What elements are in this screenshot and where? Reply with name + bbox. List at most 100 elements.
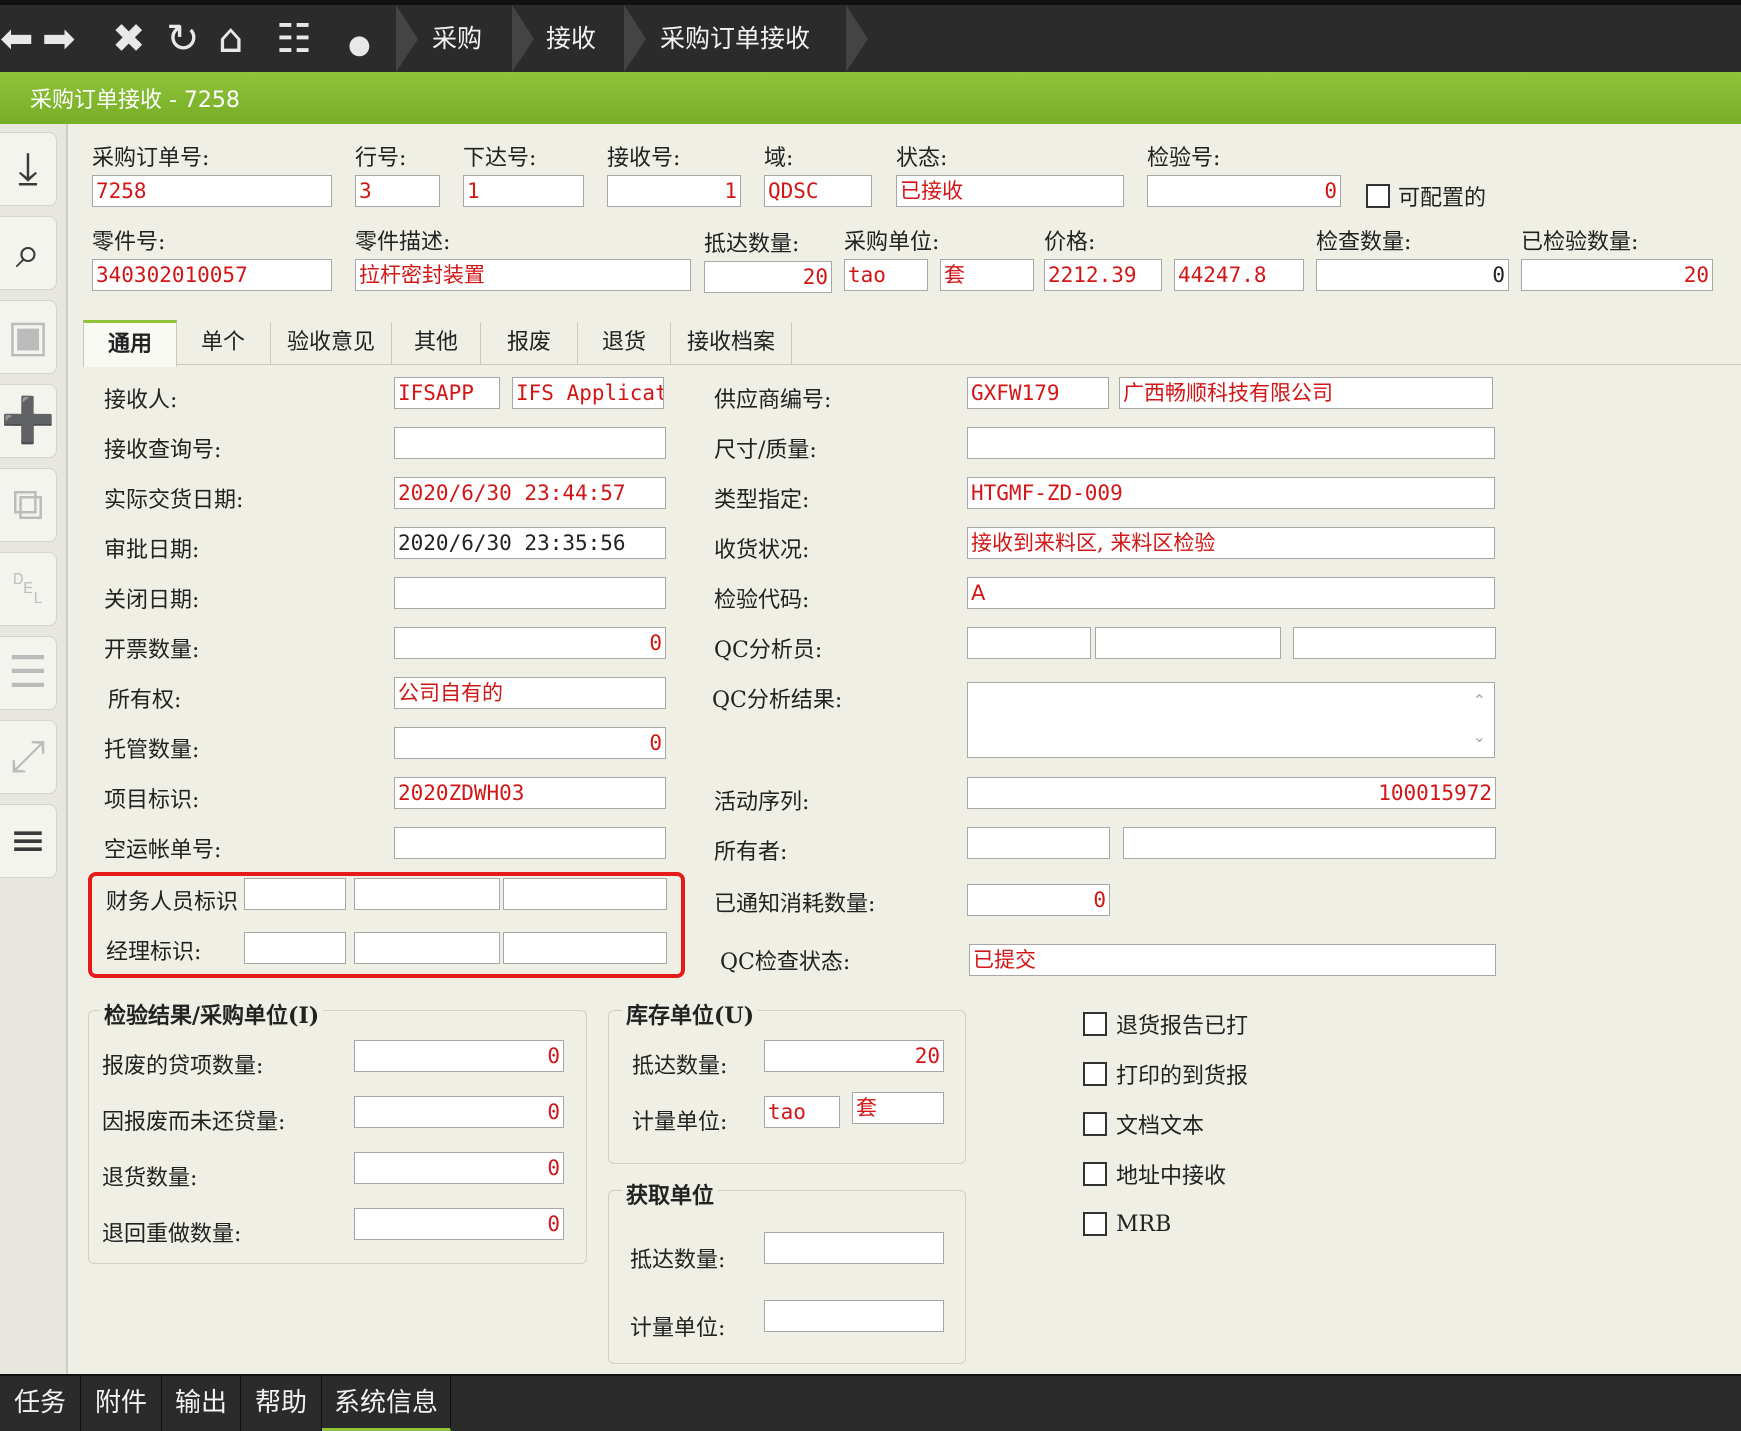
owner-field-1[interactable] xyxy=(967,827,1110,859)
return-report-printed-checkbox[interactable] xyxy=(1083,1012,1107,1036)
qc-analyst-field-2[interactable] xyxy=(1095,627,1281,659)
purch-unit-label: 采购单位: xyxy=(844,230,940,255)
approval-date-field[interactable]: 2020/6/30 23:35:56 xyxy=(394,527,666,559)
qc-check-status-field[interactable]: 已提交 xyxy=(969,944,1496,976)
inventory-uom-field[interactable]: tao xyxy=(764,1096,840,1128)
site-field[interactable]: QDSC xyxy=(764,175,872,207)
approval-date-label: 审批日期: xyxy=(104,538,200,563)
configurable-checkbox[interactable] xyxy=(1366,184,1390,208)
scrapped-credit-qty-field[interactable]: 0 xyxy=(354,1040,564,1072)
duplicate-icon[interactable]: ⧉ xyxy=(0,468,57,542)
document-list-icon[interactable]: ≡ xyxy=(0,804,57,878)
bottom-tab-system-info[interactable]: 系统信息 xyxy=(322,1376,451,1431)
tab-other[interactable]: 其他 xyxy=(392,322,481,364)
status-field[interactable]: 已接收 xyxy=(896,175,1124,207)
dot-icon[interactable]: ● xyxy=(348,25,371,65)
ownership-field[interactable]: 公司自有的 xyxy=(394,677,666,709)
breadcrumb-item-purchase[interactable]: 采购 xyxy=(432,5,482,72)
supplier-name-field[interactable]: 广西畅顺科技有限公司 xyxy=(1119,377,1493,409)
grid-menu-icon[interactable]: ☷ xyxy=(276,19,312,59)
receipt-no-field[interactable]: 1 xyxy=(607,175,741,207)
tab-general[interactable]: 通用 xyxy=(83,320,177,367)
mrb-label: MRB xyxy=(1116,1212,1172,1237)
receipt-condition-field[interactable]: 接收到来料区, 来料区检验 xyxy=(967,527,1495,559)
scroll-down-icon[interactable]: ⌄ xyxy=(1473,727,1486,746)
scrap-not-returned-qty-label: 因报废而未还贷量: xyxy=(102,1110,286,1135)
receiver-id-field[interactable]: IFSAPP xyxy=(394,377,500,409)
receiver-name-field[interactable]: IFS Applicat xyxy=(512,377,664,409)
purch-unit-field[interactable]: tao xyxy=(844,259,928,291)
acquire-arrived-qty-field[interactable] xyxy=(764,1232,944,1264)
type-designation-field[interactable]: HTGMF-ZD-009 xyxy=(967,477,1495,509)
price-field[interactable]: 2212.39 xyxy=(1044,259,1162,291)
inspection-no-label: 检验号: xyxy=(1147,146,1221,171)
return-rework-qty-field[interactable]: 0 xyxy=(354,1208,564,1240)
scrap-not-returned-qty-field[interactable]: 0 xyxy=(354,1096,564,1128)
purch-unit-desc-field[interactable]: 套 xyxy=(940,259,1034,291)
supplier-no-field[interactable]: GXFW179 xyxy=(967,377,1109,409)
return-qty-field[interactable]: 0 xyxy=(354,1152,564,1184)
mrb-checkbox[interactable] xyxy=(1083,1212,1107,1236)
checked-qty-field[interactable]: 0 xyxy=(1316,259,1509,291)
arrived-qty-field[interactable]: 20 xyxy=(704,261,832,293)
tab-receipt-archive[interactable]: 接收档案 xyxy=(671,322,792,364)
owner-field-2[interactable] xyxy=(1123,827,1496,859)
forward-arrow-icon[interactable]: ➡ xyxy=(42,19,76,59)
part-no-field[interactable]: 340302010057 xyxy=(92,259,332,291)
bottom-tab-tasks[interactable]: 任务 xyxy=(0,1376,81,1431)
release-no-field[interactable]: 1 xyxy=(463,175,584,207)
scroll-up-icon[interactable]: ⌃ xyxy=(1473,691,1486,710)
qc-analyst-field-1[interactable] xyxy=(967,627,1091,659)
inventory-unit-group xyxy=(608,1010,966,1164)
qc-result-textarea[interactable]: ⌃ ⌄ xyxy=(967,682,1495,758)
project-id-field[interactable]: 2020ZDWH03 xyxy=(394,777,666,809)
download-icon[interactable]: ⤓ xyxy=(0,132,57,206)
close-x-icon[interactable]: ✖ xyxy=(112,19,146,59)
receipt-no-label: 接收号: xyxy=(607,146,681,171)
notified-consumed-qty-field[interactable]: 0 xyxy=(967,884,1110,916)
line-no-field[interactable]: 3 xyxy=(355,175,440,207)
amount-field[interactable]: 44247.8 xyxy=(1174,259,1304,291)
po-no-field[interactable]: 7258 xyxy=(92,175,332,207)
list-icon[interactable]: ☰ xyxy=(0,636,57,710)
close-date-field[interactable] xyxy=(394,577,666,609)
airway-bill-field[interactable] xyxy=(394,827,666,859)
expand-icon[interactable]: ⤢ xyxy=(0,720,57,794)
consign-qty-field[interactable]: 0 xyxy=(394,727,666,759)
bottom-tab-help[interactable]: 帮助 xyxy=(241,1376,322,1431)
tab-acceptance[interactable]: 验收意见 xyxy=(271,322,392,364)
activity-seq-field[interactable]: 100015972 xyxy=(967,777,1496,809)
tab-single[interactable]: 单个 xyxy=(176,322,271,364)
receipt-ref-field[interactable] xyxy=(394,427,666,459)
invoiced-qty-field[interactable]: 0 xyxy=(394,627,666,659)
qc-analyst-field-3[interactable] xyxy=(1293,627,1496,659)
arrival-report-printed-checkbox[interactable] xyxy=(1083,1062,1107,1086)
airway-bill-label: 空运帐单号: xyxy=(104,838,222,863)
add-icon[interactable]: ➕ xyxy=(0,384,57,458)
receive-at-address-checkbox[interactable] xyxy=(1083,1162,1107,1186)
search-icon[interactable]: ⌕ xyxy=(0,216,57,290)
actual-delivery-date-field[interactable]: 2020/6/30 23:44:57 xyxy=(394,477,666,509)
bottom-tab-attachments[interactable]: 附件 xyxy=(81,1376,162,1431)
inventory-arrived-qty-field[interactable]: 20 xyxy=(764,1040,944,1072)
size-quality-field[interactable] xyxy=(967,427,1495,459)
tab-scrap[interactable]: 报废 xyxy=(481,322,578,364)
home-icon[interactable]: ⌂ xyxy=(218,19,243,59)
inspection-code-field[interactable]: A xyxy=(967,577,1495,609)
document-text-label: 文档文本 xyxy=(1116,1114,1205,1139)
breadcrumb-item-po-receipt[interactable]: 采购订单接收 xyxy=(660,5,810,72)
part-desc-field[interactable]: 拉杆密封装置 xyxy=(355,259,691,291)
window-title-bar: 采购订单接收 - 7258 xyxy=(0,72,1741,124)
delete-icon[interactable]: ␡ xyxy=(0,552,57,626)
inventory-uom-desc-field[interactable]: 套 xyxy=(852,1092,944,1124)
document-text-checkbox[interactable] xyxy=(1083,1112,1107,1136)
inspected-qty-field[interactable]: 20 xyxy=(1521,259,1713,291)
back-arrow-icon[interactable]: ⬅ xyxy=(0,19,34,59)
bottom-tab-output[interactable]: 输出 xyxy=(162,1376,241,1431)
inspection-no-field[interactable]: 0 xyxy=(1147,175,1341,207)
breadcrumb-item-receipt[interactable]: 接收 xyxy=(546,5,596,72)
refresh-icon[interactable]: ↻ xyxy=(166,19,200,59)
tab-return[interactable]: 退货 xyxy=(578,322,671,364)
acquire-uom-field[interactable] xyxy=(764,1300,944,1332)
save-icon[interactable]: ▣ xyxy=(0,300,57,374)
